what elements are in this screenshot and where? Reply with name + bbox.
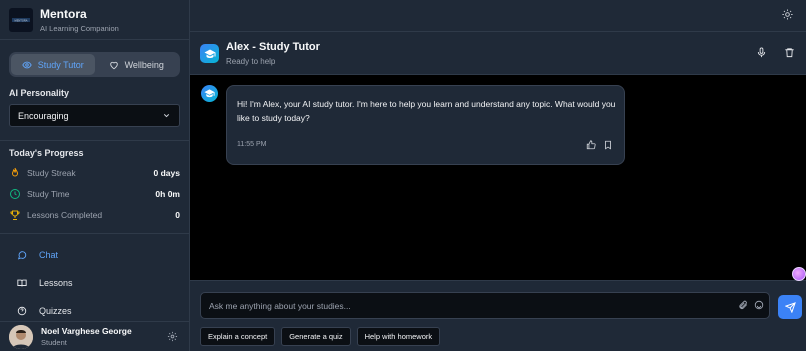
chat-header: Alex - Study Tutor Ready to help [190, 32, 806, 75]
book-icon [17, 278, 27, 288]
microphone-icon[interactable] [756, 47, 767, 58]
svg-text:MENTORA: MENTORA [15, 18, 28, 22]
message-input-wrapper [200, 292, 770, 319]
mode-wellbeing-button[interactable]: Wellbeing [95, 54, 179, 75]
paperclip-icon[interactable] [738, 300, 748, 310]
message-timestamp: 11:55 PM [237, 141, 267, 148]
composer: Explain a concept Generate a quiz Help w… [190, 280, 806, 351]
send-button[interactable] [778, 295, 802, 319]
floating-assistant-icon[interactable] [792, 267, 806, 281]
chat-title: Alex - Study Tutor [226, 41, 320, 53]
trophy-icon [9, 209, 21, 221]
message-input[interactable] [201, 293, 721, 318]
graduation-cap-icon [200, 44, 219, 63]
stat-study-time: Study Time 0h 0m [9, 186, 180, 202]
stat-value: 0 [175, 210, 180, 220]
message-bubble: Hi! I'm Alex, your AI study tutor. I'm h… [226, 85, 625, 165]
mode-label: Study Tutor [37, 59, 84, 70]
gear-icon[interactable] [167, 331, 178, 342]
personality-select[interactable]: Encouraging [9, 104, 180, 127]
eye-icon [22, 60, 32, 70]
stat-study-streak: Study Streak 0 days [9, 165, 180, 181]
app-logo: MENTORA [9, 7, 33, 32]
theme-toggle-sun-icon[interactable] [782, 9, 793, 20]
app-tagline: AI Learning Companion [40, 23, 119, 33]
sidebar: MENTORA Mentora AI Learning Companion St… [0, 0, 190, 351]
chat-status: Ready to help [226, 57, 276, 66]
suggestion-chip[interactable]: Help with homework [356, 327, 441, 346]
bookmark-icon[interactable] [603, 140, 613, 150]
bot-avatar-icon [201, 85, 218, 102]
nav-label: Quizzes [39, 306, 72, 316]
top-bar [190, 0, 806, 32]
nav-item-quizzes[interactable]: Quizzes [17, 306, 72, 316]
user-profile: Noel Varghese George Student [0, 321, 189, 351]
nav-item-lessons[interactable]: Lessons [17, 278, 73, 288]
brand-header: MENTORA Mentora AI Learning Companion [0, 0, 189, 40]
mode-toggle: Study Tutor Wellbeing [9, 52, 180, 77]
thumbs-up-icon[interactable] [586, 140, 596, 150]
user-role: Student [41, 338, 67, 347]
stat-value: 0h 0m [155, 189, 180, 199]
suggestion-chips: Explain a concept Generate a quiz Help w… [200, 327, 441, 346]
message-text: Hi! I'm Alex, your AI study tutor. I'm h… [237, 99, 616, 123]
stat-label: Study Time [27, 189, 70, 199]
stat-value: 0 days [153, 168, 180, 178]
nav-label: Lessons [39, 278, 73, 288]
avatar[interactable] [9, 324, 33, 349]
stat-label: Lessons Completed [27, 210, 103, 220]
divider [0, 233, 189, 234]
help-circle-icon [17, 306, 27, 316]
personality-value: Encouraging [18, 110, 69, 121]
heart-icon [109, 60, 119, 70]
message-list: Hi! I'm Alex, your AI study tutor. I'm h… [190, 76, 806, 280]
nav-item-chat[interactable]: Chat [17, 250, 58, 260]
stat-lessons-completed: Lessons Completed 0 [9, 207, 180, 223]
emoji-icon[interactable] [754, 300, 764, 310]
app-name: Mentora [40, 6, 87, 21]
clock-icon [9, 188, 21, 200]
stat-label: Study Streak [27, 168, 76, 178]
suggestion-chip[interactable]: Generate a quiz [281, 327, 351, 346]
flame-icon [9, 167, 21, 179]
mode-label: Wellbeing [124, 59, 164, 70]
personality-label: AI Personality [9, 88, 70, 98]
suggestion-chip[interactable]: Explain a concept [200, 327, 276, 346]
mode-study-tutor-button[interactable]: Study Tutor [11, 54, 95, 75]
chat-bubble-icon [17, 250, 27, 260]
divider [0, 140, 189, 141]
send-icon [784, 301, 796, 313]
chevron-down-icon [162, 111, 171, 120]
user-name: Noel Varghese George [41, 326, 132, 336]
progress-title: Today's Progress [9, 148, 84, 158]
trash-icon[interactable] [784, 47, 795, 58]
nav-label: Chat [39, 250, 59, 260]
